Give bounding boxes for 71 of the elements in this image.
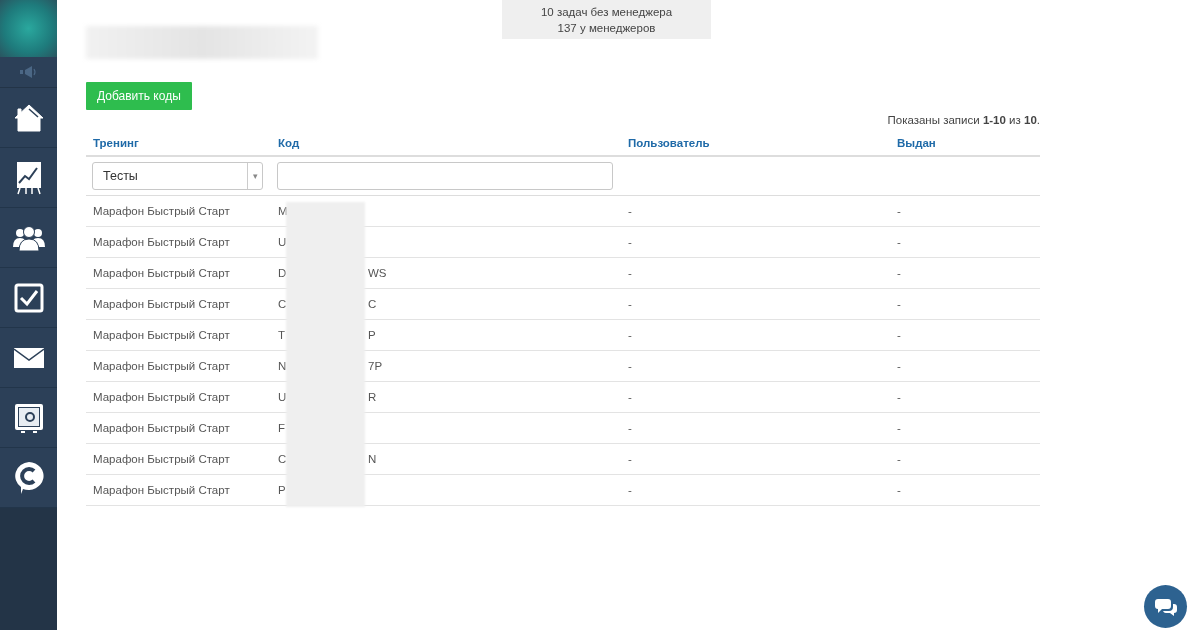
table-cell-text: Марафон Быстрый Старт	[92, 360, 231, 372]
column-header[interactable]: Тренинг	[86, 136, 271, 149]
table-cell-text: -	[896, 453, 902, 465]
table-cell-text: -	[896, 484, 902, 496]
notice-text: 10 задач без менеджера	[540, 4, 673, 20]
code-fragment: T	[277, 329, 287, 341]
table-cell-text: -	[627, 205, 633, 217]
table-cell-text: -	[627, 484, 633, 496]
table-cell-text: -	[627, 236, 633, 248]
table-cell-text: -	[627, 453, 633, 465]
people-icon	[12, 224, 45, 251]
code-fragment: P	[368, 329, 377, 341]
nav-item[interactable]	[0, 148, 57, 208]
table-cell-text: Марафон Быстрый Старт	[92, 484, 231, 496]
table-cell-text: -	[896, 391, 902, 403]
nav-item[interactable]	[0, 208, 57, 268]
table-cell-text: -	[627, 267, 633, 279]
chart-board-icon	[15, 160, 42, 195]
code-filter-field[interactable]	[277, 162, 613, 190]
code-fragment: R	[368, 391, 378, 403]
code-fragment: WS	[368, 267, 388, 279]
code-fragment: C	[368, 298, 378, 310]
code-fragment: M	[277, 205, 289, 217]
records-summary: Показаны записи 1-10 из 10.	[886, 113, 1040, 128]
table-cell-text: -	[896, 236, 902, 248]
table-cell-text: Марафон Быстрый Старт	[92, 329, 231, 341]
nav-item[interactable]	[0, 328, 57, 388]
code-fragment: D	[277, 267, 288, 279]
column-header[interactable]: Код	[271, 136, 621, 149]
table-cell-text: Марафон Быстрый Старт	[92, 298, 231, 310]
mail-icon	[13, 347, 44, 368]
code-fragment: C	[277, 298, 288, 310]
table-cell-text: Марафон Быстрый Старт	[92, 267, 231, 279]
table-cell-text: -	[896, 267, 902, 279]
nav-item[interactable]	[0, 88, 57, 148]
home-icon	[12, 102, 45, 133]
code-fragment: F	[277, 422, 287, 434]
code-fragment: N	[277, 360, 288, 372]
training-select[interactable]: Тесты ▾	[92, 162, 263, 190]
table-cell-text: -	[896, 205, 902, 217]
table-cell-text: -	[896, 298, 902, 310]
code-fragment: U	[277, 391, 288, 403]
table-cell-text: Марафон Быстрый Старт	[92, 236, 231, 248]
checkbox-icon	[13, 282, 44, 313]
column-header[interactable]: Пользователь	[621, 136, 890, 149]
column-header[interactable]: Выдан	[890, 136, 1040, 149]
chat-icon	[1153, 596, 1178, 617]
nav-item[interactable]	[0, 268, 57, 328]
code-fragment: C	[277, 453, 288, 465]
table-cell-text: -	[627, 329, 633, 341]
chat-button[interactable]	[1144, 585, 1187, 628]
code-fragment: P	[277, 484, 287, 496]
nav-item[interactable]	[0, 448, 57, 508]
table-cell-text: -	[627, 422, 633, 434]
table-cell-text: Марафон Быстрый Старт	[92, 453, 231, 465]
table-cell-text: Марафон Быстрый Старт	[92, 205, 231, 217]
table-cell-text: -	[627, 360, 633, 372]
table-cell-text: Марафон Быстрый Старт	[92, 422, 231, 434]
table-cell-text: Марафон Быстрый Старт	[92, 391, 231, 403]
table-cell-text: -	[627, 391, 633, 403]
code-fragment: 7P	[368, 360, 384, 372]
code-fragment: U	[277, 236, 288, 248]
nav-item[interactable]	[0, 388, 57, 448]
table-cell-text: -	[627, 298, 633, 310]
notice-text: 137 у менеджеров	[557, 20, 656, 36]
safe-icon	[13, 402, 44, 433]
code-fragment: N	[368, 453, 378, 465]
table-cell-text: -	[896, 329, 902, 341]
table-cell-text: -	[896, 422, 902, 434]
chat-bubble-icon	[12, 460, 45, 495]
table-cell-text: -	[896, 360, 902, 372]
